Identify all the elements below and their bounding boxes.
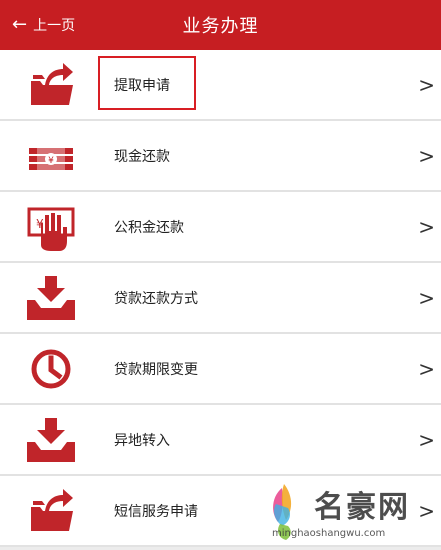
svg-text:¥: ¥ bbox=[48, 156, 54, 166]
inbox-download-icon bbox=[27, 418, 75, 462]
svg-text:¥: ¥ bbox=[36, 217, 44, 231]
chevron-right-icon: > bbox=[418, 72, 435, 97]
yuan-hand-icon: ¥ bbox=[27, 207, 75, 251]
top-bar: ← 上一页 业务办理 bbox=[0, 0, 441, 50]
list-item-withdraw-application[interactable]: 提取申请 > bbox=[0, 50, 441, 121]
chevron-right-icon: > bbox=[418, 143, 435, 168]
item-label: 贷款还款方式 bbox=[114, 290, 198, 307]
chevron-right-icon: > bbox=[418, 285, 435, 310]
item-label: 异地转入 bbox=[114, 432, 170, 449]
item-label: 短信服务申请 bbox=[114, 503, 198, 520]
item-label: 现金还款 bbox=[114, 148, 170, 165]
list-item-cash-repayment[interactable]: ¥ 现金还款 > bbox=[0, 121, 441, 192]
list-item-remote-transfer-in[interactable]: 异地转入 > bbox=[0, 405, 441, 476]
page-title: 业务办理 bbox=[182, 16, 259, 37]
highlight-box bbox=[98, 56, 196, 110]
cash-stack-icon: ¥ bbox=[29, 144, 73, 172]
item-label: 公积金还款 bbox=[114, 219, 184, 236]
chevron-right-icon: > bbox=[418, 214, 435, 239]
chevron-right-icon: > bbox=[418, 498, 435, 523]
service-list: 提取申请 > ¥ 现金还款 > ¥ 公积金还款 > 贷款还款方式 > 贷款期限变… bbox=[0, 50, 441, 547]
back-button[interactable]: ← 上一页 bbox=[12, 0, 75, 50]
list-item-provident-fund-repayment[interactable]: ¥ 公积金还款 > bbox=[0, 192, 441, 263]
back-label: 上一页 bbox=[33, 18, 76, 34]
chevron-right-icon: > bbox=[418, 427, 435, 452]
chevron-right-icon: > bbox=[418, 356, 435, 381]
inbox-download-icon bbox=[27, 276, 75, 320]
list-item-loan-repayment-method[interactable]: 贷款还款方式 > bbox=[0, 263, 441, 334]
back-arrow-icon: ← bbox=[12, 14, 28, 35]
item-label: 贷款期限变更 bbox=[114, 361, 198, 378]
list-item-loan-term-change[interactable]: 贷款期限变更 > bbox=[0, 334, 441, 405]
folder-arrow-icon bbox=[31, 489, 73, 531]
clock-icon bbox=[31, 349, 71, 389]
folder-arrow-icon bbox=[31, 63, 73, 105]
list-item-sms-service-application[interactable]: 短信服务申请 > bbox=[0, 476, 441, 547]
